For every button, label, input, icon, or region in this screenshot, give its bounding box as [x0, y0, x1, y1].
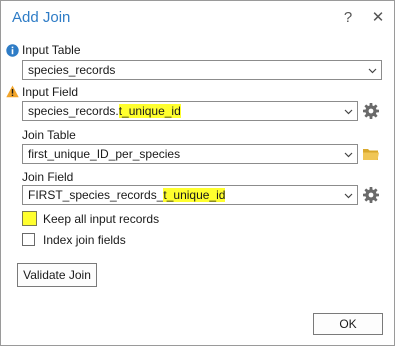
chevron-down-icon	[344, 109, 353, 115]
join-field-value: FIRST_species_records_t_unique_id	[28, 188, 226, 202]
add-join-dialog: Add Join ? ✕ Input Table species_records…	[0, 0, 395, 346]
chevron-down-icon	[368, 68, 377, 74]
input-field-value: species_records.t_unique_id	[28, 104, 181, 118]
join-field-label: Join Field	[22, 170, 74, 184]
title-bar: Add Join ? ✕	[1, 1, 394, 37]
index-join-fields-label: Index join fields	[43, 233, 126, 247]
chevron-down-icon	[344, 152, 353, 158]
ok-button[interactable]: OK	[313, 313, 383, 335]
input-field-value-highlight: t_unique_id	[118, 104, 181, 118]
dialog-title: Add Join	[12, 9, 71, 26]
input-field-value-prefix: species_records.	[28, 104, 119, 118]
gear-icon[interactable]	[362, 186, 380, 204]
warning-icon	[6, 85, 19, 98]
join-table-dropdown[interactable]: first_unique_ID_per_species	[22, 144, 358, 164]
join-table-value: first_unique_ID_per_species	[28, 147, 181, 161]
input-table-label: Input Table	[22, 43, 81, 57]
index-join-fields-checkbox[interactable]	[22, 233, 35, 246]
keep-all-records-label: Keep all input records	[43, 212, 160, 226]
keep-all-records-option[interactable]: Keep all input records	[22, 211, 222, 228]
validate-join-button[interactable]: Validate Join	[17, 263, 97, 287]
input-field-label: Input Field	[22, 85, 79, 99]
join-field-dropdown[interactable]: FIRST_species_records_t_unique_id	[22, 185, 358, 205]
join-table-label: Join Table	[22, 128, 76, 142]
input-table-dropdown[interactable]: species_records	[22, 60, 382, 80]
keep-all-records-checkbox[interactable]	[22, 211, 37, 226]
folder-icon[interactable]	[362, 145, 380, 163]
join-field-value-prefix: FIRST_species_records_	[28, 188, 164, 202]
input-field-dropdown[interactable]: species_records.t_unique_id	[22, 101, 358, 121]
chevron-down-icon	[344, 193, 353, 199]
input-table-value: species_records	[28, 63, 116, 77]
index-join-fields-option[interactable]: Index join fields	[22, 233, 222, 249]
gear-icon[interactable]	[362, 102, 380, 120]
join-field-value-highlight: t_unique_id	[163, 188, 226, 202]
info-icon	[6, 44, 19, 57]
close-button[interactable]: ✕	[369, 9, 387, 27]
help-button[interactable]: ?	[339, 9, 357, 27]
